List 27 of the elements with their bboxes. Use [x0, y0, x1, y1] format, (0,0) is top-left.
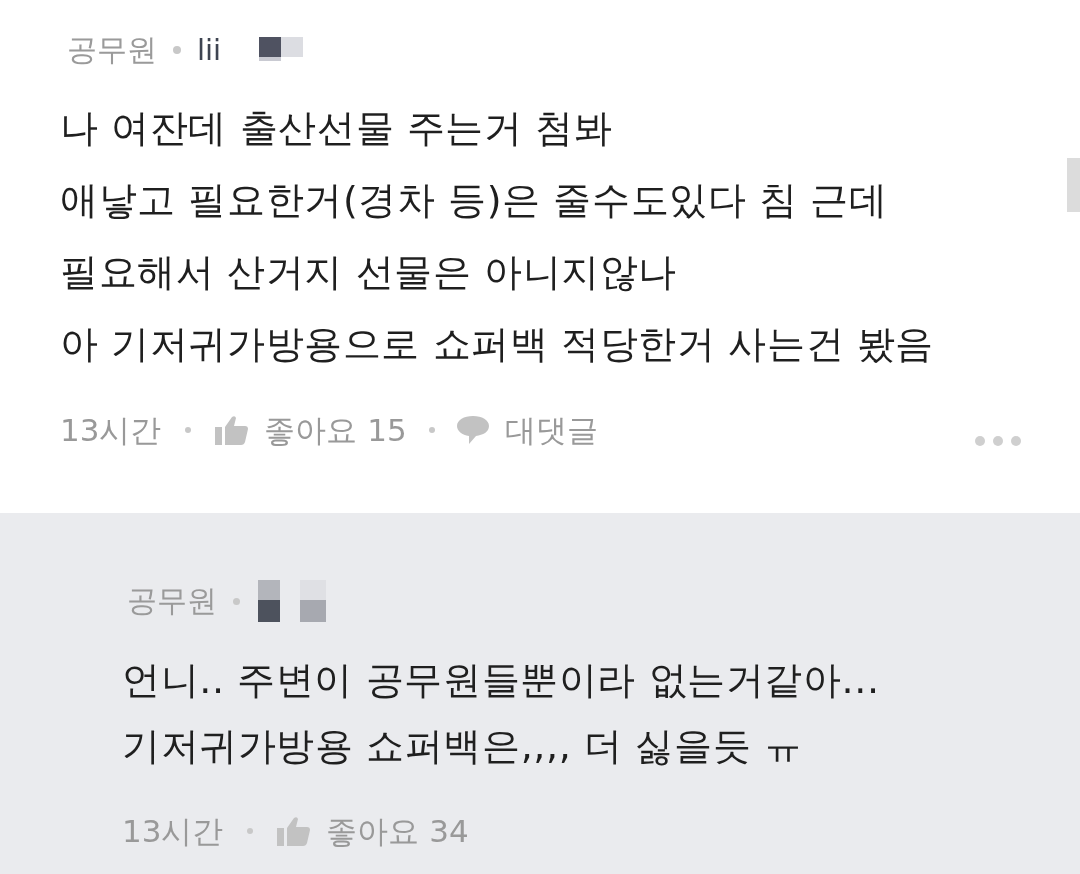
author-name: 공무원 [67, 35, 157, 65]
separator-dot-icon [247, 828, 254, 834]
separator-dot-icon [185, 427, 192, 433]
like-button[interactable]: 좋아요 34 [277, 815, 469, 847]
comment-text: 아 기저귀가방용으로 쇼퍼백 적당한거 사는건 봤음 [60, 321, 935, 368]
pixelated-blocks-icon [258, 580, 328, 622]
more-button[interactable] [975, 436, 1021, 446]
reply-text: 언니.. 주변이 공무원들뿐이라 없는거같아... [122, 657, 881, 704]
reply-time: 13시간 [122, 815, 224, 847]
separator-dot-icon [428, 427, 435, 433]
comment-time: 13시간 [60, 414, 162, 446]
like-button[interactable]: 좋아요 15 [215, 414, 407, 446]
author-name: 공무원 [127, 586, 217, 616]
pixelated-blocks-icon [259, 37, 304, 63]
thumbs-up-icon [215, 415, 249, 445]
thumbs-up-icon [277, 816, 311, 846]
separator-dot-icon [173, 46, 181, 54]
separator-dot-icon [233, 597, 240, 605]
more-icon [975, 436, 1021, 446]
user-level: lii [197, 35, 222, 65]
comment-text: 필요해서 산거지 선물은 아니지않나 [60, 249, 679, 296]
reply-text: 기저귀가방용 쇼퍼백은,,,, 더 싫을듯 ㅠ [122, 723, 804, 770]
comment-text: 나 여잔데 출산선물 주는거 첨봐 [60, 105, 614, 152]
reply-button[interactable]: 대댓글 [456, 414, 598, 446]
speech-bubble-icon [456, 416, 489, 444]
scrollbar-thumb[interactable] [1067, 158, 1080, 212]
comment-text: 애낳고 필요한거(경차 등)은 줄수도있다 침 근데 [60, 177, 889, 224]
